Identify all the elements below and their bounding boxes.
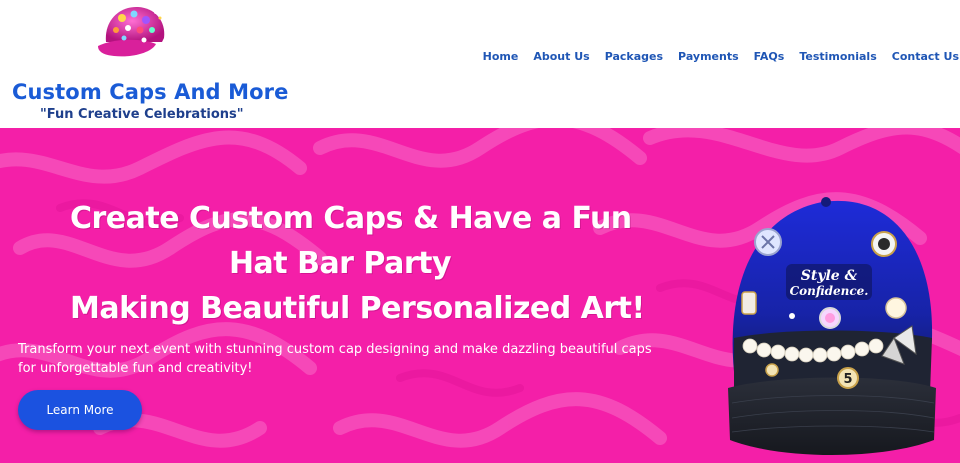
nav-item-about-us[interactable]: About Us (526, 50, 597, 63)
brand-title[interactable]: Custom Caps And More (12, 80, 288, 104)
patch-text-style: Style & (801, 268, 858, 284)
headline-line-1: Create Custom Caps & Have a Fun (70, 201, 632, 236)
nav-item-testimonials[interactable]: Testimonials (792, 50, 884, 63)
nav-item-contact-us[interactable]: Contact Us (884, 50, 960, 63)
nav-item-faqs[interactable]: FAQs (746, 50, 792, 63)
decorated-cap-image: Style & Confidence. 5 (728, 197, 936, 455)
headline-line-2: Hat Bar Party (228, 246, 452, 281)
hero-description: Transform your next event with stunning … (18, 342, 652, 376)
nav-item-home[interactable]: Home (475, 50, 526, 63)
hero-headline: Create Custom Caps & Have a Fun Hat Bar … (70, 196, 645, 331)
main-nav: Home About Us Packages Payments FAQs Tes… (475, 50, 960, 63)
nav-item-payments[interactable]: Payments (671, 50, 747, 63)
bedazzled-cap-logo[interactable] (94, 2, 174, 64)
learn-more-button[interactable]: Learn More (18, 390, 142, 430)
headline-line-3: Making Beautiful Personalized Art! (70, 291, 645, 326)
brand-tagline: "Fun Creative Celebrations" (40, 107, 244, 122)
nav-item-packages[interactable]: Packages (597, 50, 670, 63)
patch-text-confidence: Confidence. (790, 284, 869, 298)
site-header: Custom Caps And More "Fun Creative Celeb… (0, 0, 960, 128)
hero-section: Create Custom Caps & Have a Fun Hat Bar … (0, 128, 960, 463)
number-charm: 5 (843, 372, 852, 387)
